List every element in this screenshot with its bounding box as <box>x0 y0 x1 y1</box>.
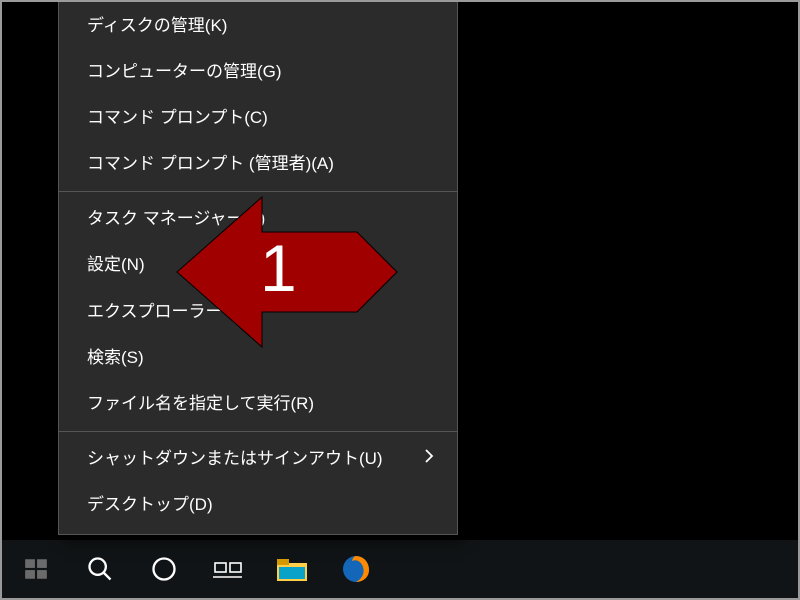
menu-separator <box>59 191 457 192</box>
menu-item-label: 設定(N) <box>87 255 145 274</box>
menu-item-label: 検索(S) <box>87 348 144 367</box>
menu-item-computer-management[interactable]: コンピューターの管理(G) <box>59 49 457 95</box>
firefox-icon <box>340 553 372 585</box>
menu-item-label: ディスクの管理(K) <box>87 16 227 35</box>
menu-item-label: コマンド プロンプト (管理者)(A) <box>87 154 334 173</box>
cortana-button[interactable] <box>134 540 194 598</box>
task-view-button[interactable] <box>198 540 258 598</box>
chevron-right-icon <box>423 448 435 470</box>
windows-icon <box>23 556 49 582</box>
menu-item-command-prompt[interactable]: コマンド プロンプト(C) <box>59 95 457 141</box>
cortana-icon <box>150 555 178 583</box>
menu-item-disk-management[interactable]: ディスクの管理(K) <box>59 3 457 49</box>
winx-context-menu: ディスクの管理(K) コンピューターの管理(G) コマンド プロンプト(C) コ… <box>58 0 458 535</box>
menu-item-desktop[interactable]: デスクトップ(D) <box>59 482 457 528</box>
menu-item-label: コマンド プロンプト(C) <box>87 108 268 127</box>
menu-item-label: タスク マネージャー(T) <box>87 209 265 228</box>
firefox-button[interactable] <box>326 540 386 598</box>
taskbar <box>2 540 798 598</box>
menu-item-settings[interactable]: 設定(N) <box>59 242 457 288</box>
start-button[interactable] <box>6 540 66 598</box>
file-explorer-button[interactable] <box>262 540 322 598</box>
menu-separator <box>59 431 457 432</box>
menu-item-label: デスクトップ(D) <box>87 495 213 514</box>
menu-item-run[interactable]: ファイル名を指定して実行(R) <box>59 381 457 427</box>
search-button[interactable] <box>70 540 130 598</box>
menu-item-label: シャットダウンまたはサインアウト(U) <box>87 449 383 468</box>
menu-item-command-prompt-admin[interactable]: コマンド プロンプト (管理者)(A) <box>59 141 457 187</box>
search-icon <box>86 555 114 583</box>
menu-item-label: エクスプローラー <box>87 302 223 321</box>
menu-item-label: コンピューターの管理(G) <box>87 62 282 81</box>
task-view-icon <box>213 557 243 581</box>
menu-item-search[interactable]: 検索(S) <box>59 335 457 381</box>
desktop-background: ディスクの管理(K) コンピューターの管理(G) コマンド プロンプト(C) コ… <box>2 2 798 598</box>
file-explorer-icon <box>275 555 309 583</box>
menu-item-shutdown-signout[interactable]: シャットダウンまたはサインアウト(U) <box>59 436 457 482</box>
menu-item-explorer[interactable]: エクスプローラー <box>59 289 457 335</box>
menu-item-label: ファイル名を指定して実行(R) <box>87 394 314 413</box>
menu-item-task-manager[interactable]: タスク マネージャー(T) <box>59 196 457 242</box>
